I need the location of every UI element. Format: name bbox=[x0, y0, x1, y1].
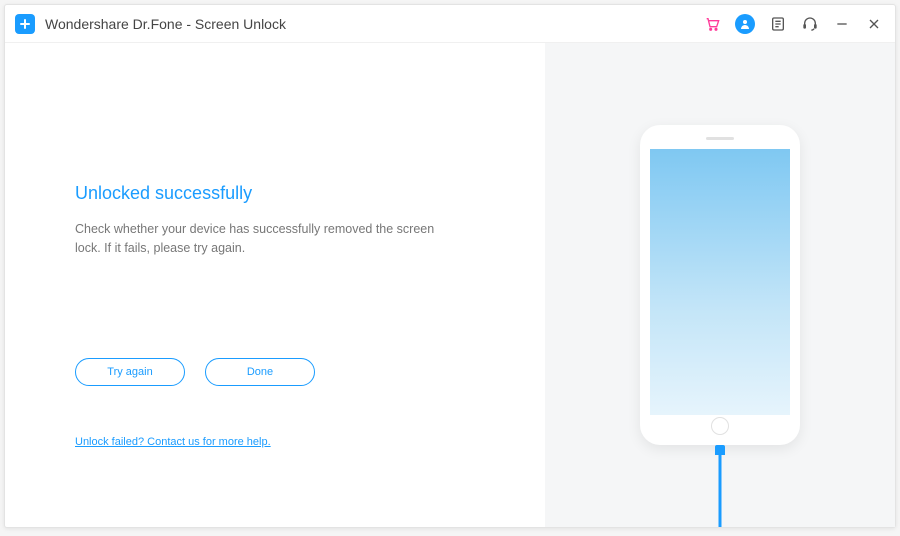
cart-icon[interactable] bbox=[703, 15, 721, 33]
minimize-icon[interactable] bbox=[833, 15, 851, 33]
app-logo-icon bbox=[15, 14, 35, 34]
app-window: Wondershare Dr.Fone - Screen Unlock bbox=[4, 4, 896, 528]
cable-illustration bbox=[715, 445, 725, 455]
phone-illustration bbox=[640, 125, 800, 445]
status-heading: Unlocked successfully bbox=[75, 183, 485, 204]
phone-screen bbox=[650, 149, 790, 415]
titlebar: Wondershare Dr.Fone - Screen Unlock bbox=[5, 5, 895, 43]
done-button[interactable]: Done bbox=[205, 358, 315, 386]
message-panel: Unlocked successfully Check whether your… bbox=[5, 43, 545, 527]
titlebar-actions bbox=[703, 14, 883, 34]
app-title: Wondershare Dr.Fone - Screen Unlock bbox=[45, 16, 703, 32]
try-again-button[interactable]: Try again bbox=[75, 358, 185, 386]
status-description: Check whether your device has successful… bbox=[75, 220, 455, 258]
close-icon[interactable] bbox=[865, 15, 883, 33]
content-area: Unlocked successfully Check whether your… bbox=[5, 43, 895, 527]
action-buttons: Try again Done bbox=[75, 358, 485, 386]
illustration-panel bbox=[545, 43, 895, 527]
support-icon[interactable] bbox=[801, 15, 819, 33]
help-link[interactable]: Unlock failed? Contact us for more help. bbox=[75, 436, 271, 448]
user-icon[interactable] bbox=[735, 14, 755, 34]
feedback-icon[interactable] bbox=[769, 15, 787, 33]
